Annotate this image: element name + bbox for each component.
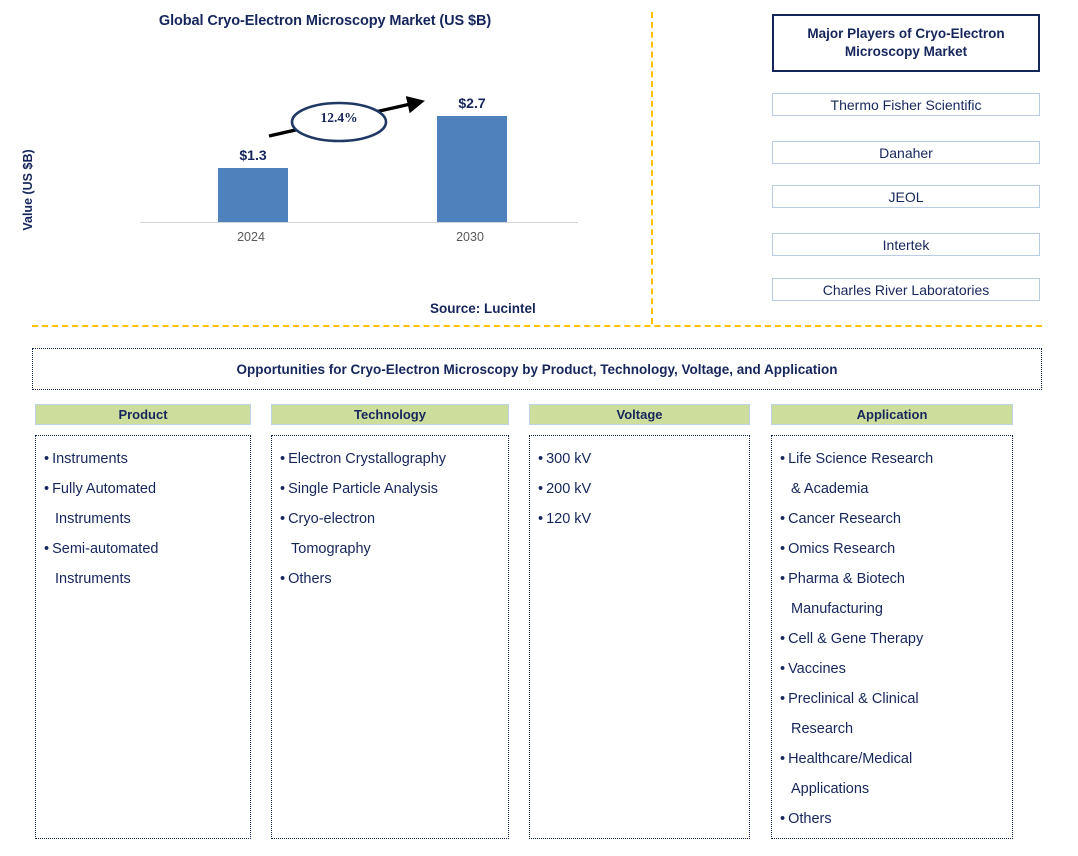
source-label: Source: Lucintel (430, 301, 536, 316)
list-item-label: Semi-automated Instruments (52, 541, 159, 587)
column-application: Application • Life Science Research & Aca… (771, 404, 1013, 839)
list-item: • Life Science Research & Academia (780, 444, 1006, 504)
list-item-label: Life Science Research & Academia (788, 451, 934, 497)
list-item-label: Others (288, 571, 332, 587)
list-item-label: Cryo-electron Tomography (288, 511, 376, 557)
column-product: Product • Instruments • Fully Automated In… (35, 404, 251, 839)
list-item: • Fully Automated Instruments (44, 474, 244, 534)
list-item: • Omics Research (780, 534, 1006, 564)
bullet-icon: • (280, 511, 286, 527)
list-item: • 120 kV (538, 504, 743, 534)
list-item-label: Preclinical & Clinical Research (788, 691, 919, 737)
list-item: • Instruments (44, 444, 244, 474)
column-header-voltage: Voltage (529, 404, 750, 425)
list-item-label: Fully Automated Instruments (52, 481, 157, 527)
bullet-icon: • (780, 541, 786, 557)
list-item: • 200 kV (538, 474, 743, 504)
list-item: • Cancer Research (780, 504, 1006, 534)
list-item: • Semi-automated Instruments (44, 534, 244, 594)
bullet-icon: • (780, 691, 786, 707)
column-technology: Technology • Electron Crystallography • Si… (271, 404, 509, 839)
bullet-icon: • (780, 571, 786, 587)
list-item-label: Cell & Gene Therapy (788, 631, 924, 647)
column-body-product: • Instruments • Fully Automated Instrument… (35, 435, 251, 839)
list-item: • 300 kV (538, 444, 743, 474)
list-item-label: 200 kV (546, 481, 592, 497)
column-header-product: Product (35, 404, 251, 425)
list-item-label: Omics Research (788, 541, 896, 557)
player-item-danaher[interactable]: Danaher (772, 141, 1040, 164)
list-item: • Preclinical & Clinical Research (780, 684, 1006, 744)
player-item-thermo-fisher-scientific[interactable]: Thermo Fisher Scientific (772, 93, 1040, 116)
cagr-label: 12.4% (320, 110, 358, 125)
list-item-label: Electron Crystallography (288, 451, 447, 467)
list-item: • Others (280, 564, 502, 594)
list-item-label: Single Particle Analysis (288, 481, 438, 497)
list-item-label: Instruments (52, 451, 128, 467)
bullet-icon: • (538, 511, 544, 527)
column-body-technology: • Electron Crystallography • Single Partic… (271, 435, 509, 839)
player-item-intertek[interactable]: Intertek (772, 233, 1040, 256)
list-item-label: 120 kV (546, 511, 592, 527)
list-item-label: Cancer Research (788, 511, 901, 527)
bullet-icon: • (280, 451, 286, 467)
bullet-icon: • (780, 661, 786, 677)
list-item-label: Pharma & Biotech Manufacturing (788, 571, 905, 617)
players-panel-header: Major Players of Cryo-Electron Microscop… (772, 14, 1040, 72)
column-body-voltage: • 300 kV • 200 kV • 120 kV (529, 435, 750, 839)
list-item: • Electron Crystallography (280, 444, 502, 474)
opportunities-banner: Opportunities for Cryo-Electron Microsco… (32, 348, 1042, 390)
list-item: • Pharma & Biotech Manufacturing (780, 564, 1006, 624)
bullet-icon: • (538, 481, 544, 497)
list-item-label: Vaccines (788, 661, 846, 677)
column-body-application: • Life Science Research & Academia • Cance… (771, 435, 1013, 839)
bullet-icon: • (280, 481, 286, 497)
list-item-label: Others (788, 811, 832, 827)
list-item: • Healthcare/Medical Applications (780, 744, 1006, 804)
bullet-icon: • (280, 571, 286, 587)
column-header-application: Application (771, 404, 1013, 425)
bar-chart: Value (US $B) $1.3 $2.7 2024 2030 12.4% (0, 55, 650, 255)
cagr-arrow-graphic (268, 96, 425, 143)
list-item: • Cryo-electron Tomography (280, 504, 502, 564)
bullet-icon: • (780, 451, 786, 467)
bullet-icon: • (44, 451, 50, 467)
column-header-technology: Technology (271, 404, 509, 425)
bullet-icon: • (44, 541, 50, 557)
list-item: • Vaccines (780, 654, 1006, 684)
vertical-divider (651, 12, 653, 324)
infographic-page: Global Cryo-Electron Microscopy Market (… (0, 0, 1078, 856)
bullet-icon: • (780, 751, 786, 767)
player-item-charles-river-laboratories[interactable]: Charles River Laboratories (772, 278, 1040, 301)
list-item-label: 300 kV (546, 451, 592, 467)
player-item-jeol[interactable]: JEOL (772, 185, 1040, 208)
list-item: • Cell & Gene Therapy (780, 624, 1006, 654)
bullet-icon: • (44, 481, 50, 497)
list-item: • Single Particle Analysis (280, 474, 502, 504)
bullet-icon: • (780, 631, 786, 647)
bullet-icon: • (780, 511, 786, 527)
column-voltage: Voltage • 300 kV • 200 kV • 120 kV (529, 404, 750, 839)
list-item-label: Healthcare/Medical Applications (788, 751, 913, 797)
chart-title: Global Cryo-Electron Microscopy Market (… (158, 13, 492, 29)
bullet-icon: • (538, 451, 544, 467)
bullet-icon: • (780, 811, 786, 827)
horizontal-divider (32, 325, 1042, 327)
list-item: • Others (780, 804, 1006, 834)
